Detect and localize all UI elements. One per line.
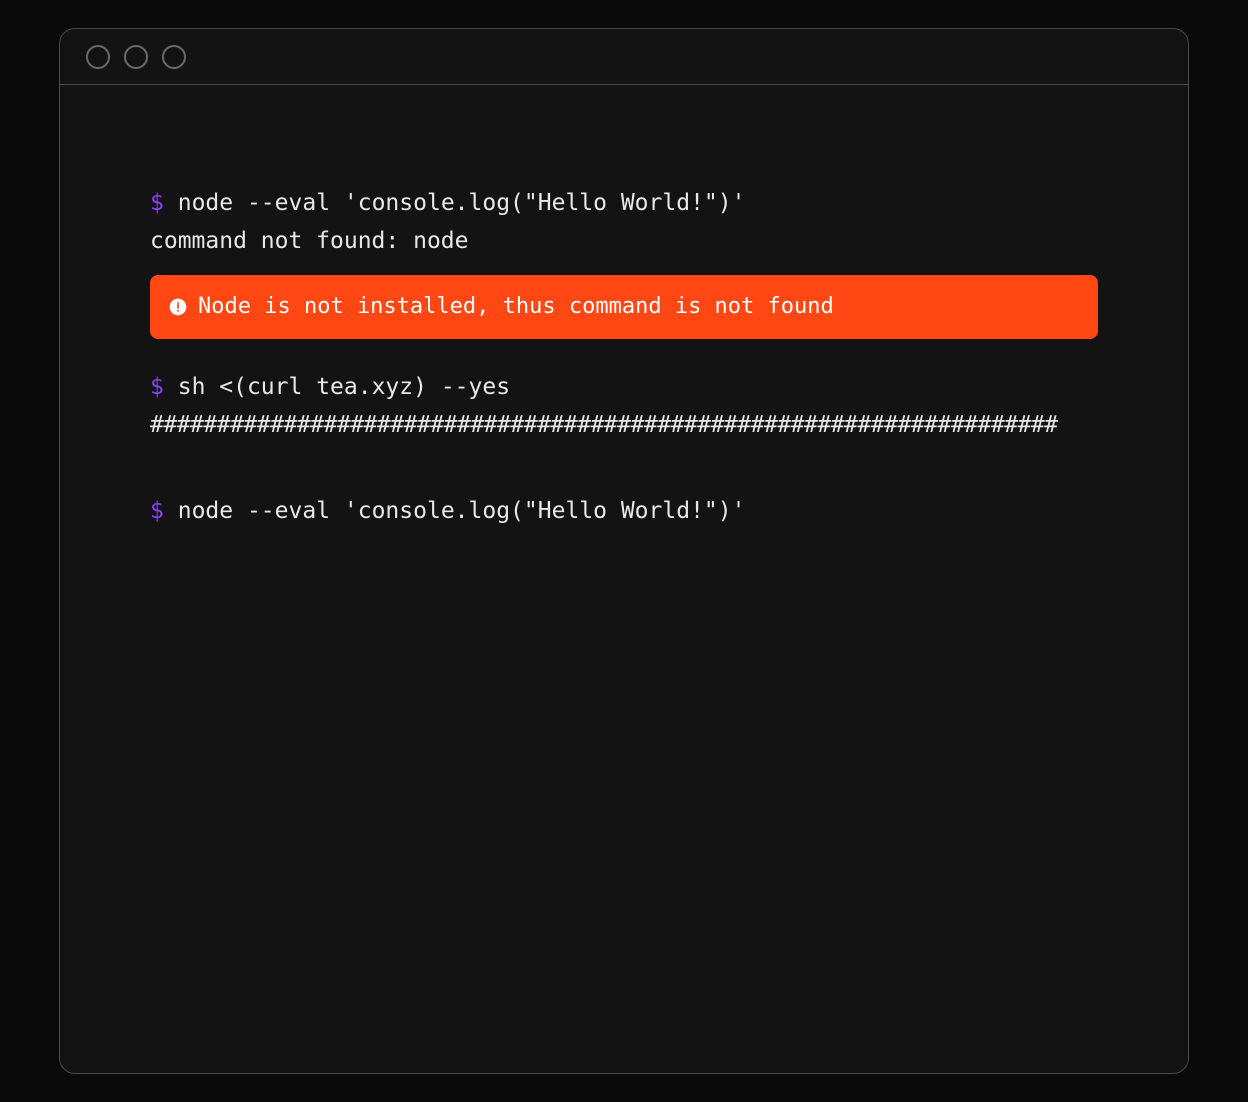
terminal-window: $ node --eval 'console.log("Hello World!…	[59, 28, 1189, 1074]
command-text: node --eval 'console.log("Hello World!")…	[178, 190, 746, 216]
prompt-symbol: $	[150, 498, 164, 524]
alert-icon	[168, 297, 188, 317]
close-window-button[interactable]	[86, 45, 110, 69]
minimize-window-button[interactable]	[124, 45, 148, 69]
prompt-line: $ node --eval 'console.log("Hello World!…	[150, 185, 1098, 223]
progress-bar: ########################################…	[150, 407, 1098, 445]
command-text: sh <(curl tea.xyz) --yes	[178, 374, 510, 400]
window-titlebar	[60, 29, 1188, 85]
terminal-body[interactable]: $ node --eval 'console.log("Hello World!…	[60, 85, 1188, 1073]
command-text: node --eval 'console.log("Hello World!")…	[178, 498, 746, 524]
prompt-line: $ node --eval 'console.log("Hello World!…	[150, 493, 1098, 531]
output-line: command not found: node	[150, 223, 1098, 261]
prompt-symbol: $	[150, 374, 164, 400]
alert-banner: Node is not installed, thus command is n…	[150, 275, 1098, 339]
alert-text: Node is not installed, thus command is n…	[198, 289, 834, 325]
maximize-window-button[interactable]	[162, 45, 186, 69]
prompt-symbol: $	[150, 190, 164, 216]
prompt-line: $ sh <(curl tea.xyz) --yes	[150, 369, 1098, 407]
